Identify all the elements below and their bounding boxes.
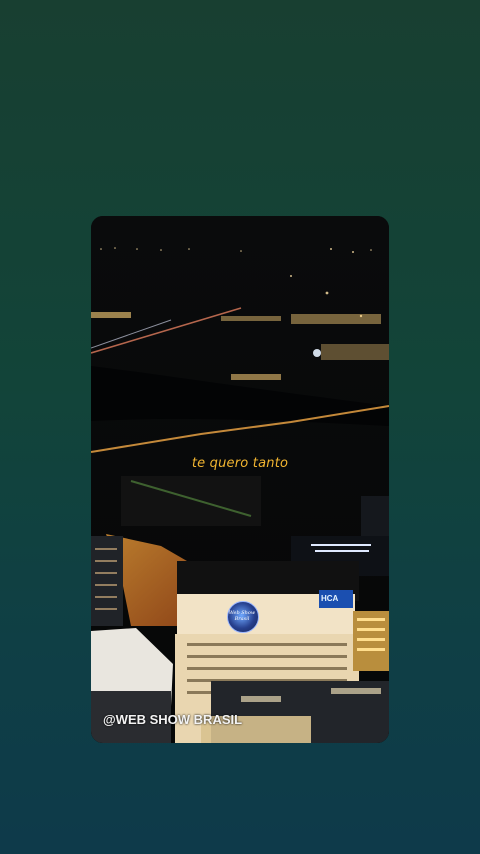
- night-city-aerial-scene: [91, 216, 389, 743]
- channel-watermark: @WEB SHOW BRASIL: [103, 712, 243, 727]
- building-sign: HCA: [321, 594, 339, 603]
- lyric-caption: te quero tanto: [191, 456, 289, 471]
- logo-lettering: Web Show Brasil: [228, 610, 256, 622]
- video-frame[interactable]: Web Show Brasil HCA te quero tanto @WEB …: [91, 216, 389, 743]
